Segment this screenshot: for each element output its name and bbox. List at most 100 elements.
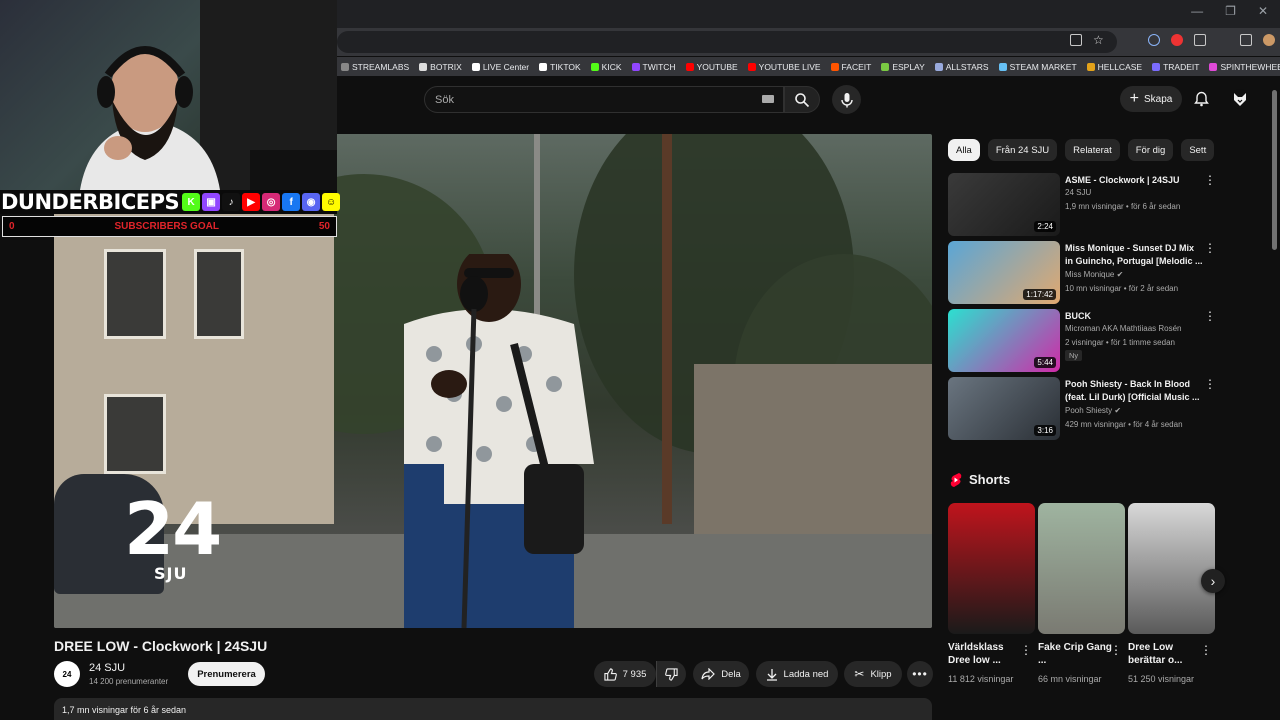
filter-chip[interactable]: Sett (1181, 139, 1215, 161)
install-app-icon[interactable] (1070, 34, 1082, 46)
video-thumbnail[interactable]: 3:16 (948, 377, 1060, 440)
bookmark-item[interactable]: YOUTUBE (685, 62, 738, 72)
like-button[interactable]: 7 935 (594, 661, 656, 687)
more-actions-button[interactable]: ••• (907, 661, 933, 687)
webcam-streamer (80, 46, 220, 190)
filter-chip[interactable]: För dig (1127, 139, 1174, 161)
video-title[interactable]: ASME - Clockwork | 24SJU (1065, 174, 1203, 187)
filter-chip[interactable]: Från 24 SJU (987, 139, 1058, 161)
channel-name[interactable]: Pooh Shiesty ✔ (1065, 406, 1121, 415)
more-vertical-icon[interactable]: ⋮ (1204, 310, 1216, 322)
video-thumbnail[interactable]: 1:17:42 (948, 241, 1060, 304)
youtube-icon: ▶ (242, 193, 261, 211)
bookmark-item[interactable]: ESPLAY (881, 61, 925, 72)
reading-list-icon[interactable] (1239, 34, 1252, 46)
video-title[interactable]: Pooh Shiesty - Back In Blood (feat. Lil … (1065, 378, 1203, 404)
more-vertical-icon[interactable]: ⋮ (1204, 242, 1216, 254)
recommended-video[interactable]: 5:44 BUCK Microman AKA Mathtiiaas Rosén 2 v… (948, 309, 1220, 373)
video-duration: 3:16 (1034, 425, 1056, 436)
subscriber-goal-bar: 0 SUBSCRIBERS GOAL 50 (2, 216, 337, 237)
video-title[interactable]: BUCK (1065, 310, 1203, 323)
account-avatar[interactable] (1230, 89, 1250, 109)
bookmark-item[interactable]: TWITCH (631, 62, 676, 72)
short-title[interactable]: Världsklass Dree low ... (948, 641, 1022, 667)
clip-button[interactable]: ✂ Klipp (844, 661, 902, 687)
bookmark-favicon-icon (419, 62, 428, 71)
extension-icon[interactable] (1147, 34, 1160, 46)
more-vertical-icon[interactable]: ⋮ (1204, 174, 1216, 186)
share-button[interactable]: Dela (693, 661, 749, 687)
bookmark-item[interactable]: YOUTUBE LIVE (747, 62, 821, 72)
shorts-next-button[interactable]: › (1201, 569, 1225, 593)
bookmark-label: ESPLAY (892, 61, 925, 72)
bookmark-item[interactable]: ALLSTARS (934, 62, 989, 72)
bookmark-item[interactable]: BOTRIX (419, 62, 462, 72)
keyboard-icon[interactable] (762, 95, 774, 103)
video-thumbnail[interactable]: 5:44 (948, 309, 1060, 372)
minimize-icon[interactable]: — (1191, 4, 1203, 18)
discord-icon: ◉ (302, 193, 321, 211)
more-vertical-icon[interactable]: ⋮ (1200, 644, 1212, 656)
notifications-button[interactable] (1192, 90, 1210, 108)
video-scene-building (694, 364, 932, 534)
channel-avatar[interactable]: 24 (54, 661, 80, 687)
bookmark-label: STREAMLABS (352, 61, 410, 72)
create-button[interactable]: + Skapa (1120, 86, 1182, 112)
bookmark-item[interactable]: KICK (590, 62, 622, 72)
recommended-video[interactable]: 1:17:42 Miss Monique - Sunset DJ Mix in G… (948, 241, 1220, 305)
bookmark-item[interactable]: TIKTOK (539, 62, 581, 72)
video-scene-window (194, 249, 244, 339)
recommended-video[interactable]: 3:16 Pooh Shiesty - Back In Blood (feat. … (948, 377, 1220, 441)
short-views: 51 250 visningar (1128, 674, 1195, 684)
short-thumbnail[interactable] (1128, 503, 1215, 634)
profile-avatar-icon[interactable] (1262, 34, 1275, 46)
description-box[interactable]: 1,7 mn visningar för 6 år sedan (54, 698, 932, 720)
channel-name[interactable]: 24 SJU (1065, 188, 1091, 197)
channel-name-text: Pooh Shiesty (1065, 406, 1113, 415)
bookmark-item[interactable]: TRADEIT (1152, 62, 1199, 72)
short-thumbnail[interactable] (1038, 503, 1125, 634)
bookmark-item[interactable]: STREAMLABS (341, 62, 409, 72)
page-scrollbar[interactable] (1272, 90, 1277, 250)
channel-name[interactable]: Miss Monique ✔ (1065, 270, 1123, 279)
video-thumbnail[interactable]: 2:24 (948, 173, 1060, 236)
search-input[interactable]: Sök (424, 86, 784, 113)
filter-chip[interactable]: Relaterat (1065, 139, 1120, 161)
thumbs-down-icon (665, 667, 678, 681)
subscribe-button[interactable]: Prenumerera (188, 662, 265, 686)
recommended-video[interactable]: 2:24 ASME - Clockwork | 24SJU 24 SJU 1,9 mn… (948, 173, 1220, 237)
restore-icon[interactable]: ❐ (1225, 4, 1236, 18)
channel-watermark-number: 24 (124, 487, 222, 571)
video-duration: 5:44 (1034, 357, 1056, 368)
search-icon (795, 92, 810, 107)
bookmark-favicon-icon (881, 62, 890, 71)
address-bar[interactable] (337, 31, 1117, 53)
close-window-icon[interactable]: ✕ (1258, 4, 1268, 18)
bookmark-star-icon[interactable]: ☆ (1093, 34, 1104, 46)
channel-name[interactable]: Microman AKA Mathtiiaas Rosén (1065, 324, 1182, 333)
channel-name[interactable]: 24 SJU (89, 662, 125, 674)
more-vertical-icon[interactable]: ⋮ (1110, 644, 1122, 656)
video-title[interactable]: Miss Monique - Sunset DJ Mix in Guincho,… (1065, 242, 1203, 268)
bookmark-favicon-icon (998, 62, 1007, 71)
filter-chip[interactable]: Alla (948, 139, 980, 161)
more-vertical-icon[interactable]: ⋮ (1020, 644, 1032, 656)
bookmark-item[interactable]: SPINTHEWHEEL (1209, 62, 1280, 72)
short-title[interactable]: Fake Crip Gang ... (1038, 641, 1112, 667)
download-button[interactable]: Ladda ned (756, 661, 838, 687)
bookmark-item[interactable]: STEAM MARKET (998, 62, 1077, 72)
voice-search-button[interactable] (832, 85, 861, 114)
search-button[interactable] (784, 86, 820, 113)
shorts-heading: Shorts (950, 472, 1010, 487)
short-thumbnail[interactable] (948, 503, 1035, 634)
bookmark-item[interactable]: HELLCASE (1086, 62, 1142, 72)
bookmark-item[interactable]: FACEIT (830, 62, 871, 72)
dislike-button[interactable] (656, 661, 686, 687)
more-vertical-icon[interactable]: ⋮ (1204, 378, 1216, 390)
short-views: 11 812 visningar (948, 674, 1014, 684)
extensions-puzzle-icon[interactable] (1193, 34, 1206, 46)
bookmark-item[interactable]: LIVE Center (471, 62, 529, 72)
short-title[interactable]: Dree Low berättar o... (1128, 641, 1202, 667)
extension-icon[interactable] (1170, 34, 1183, 46)
